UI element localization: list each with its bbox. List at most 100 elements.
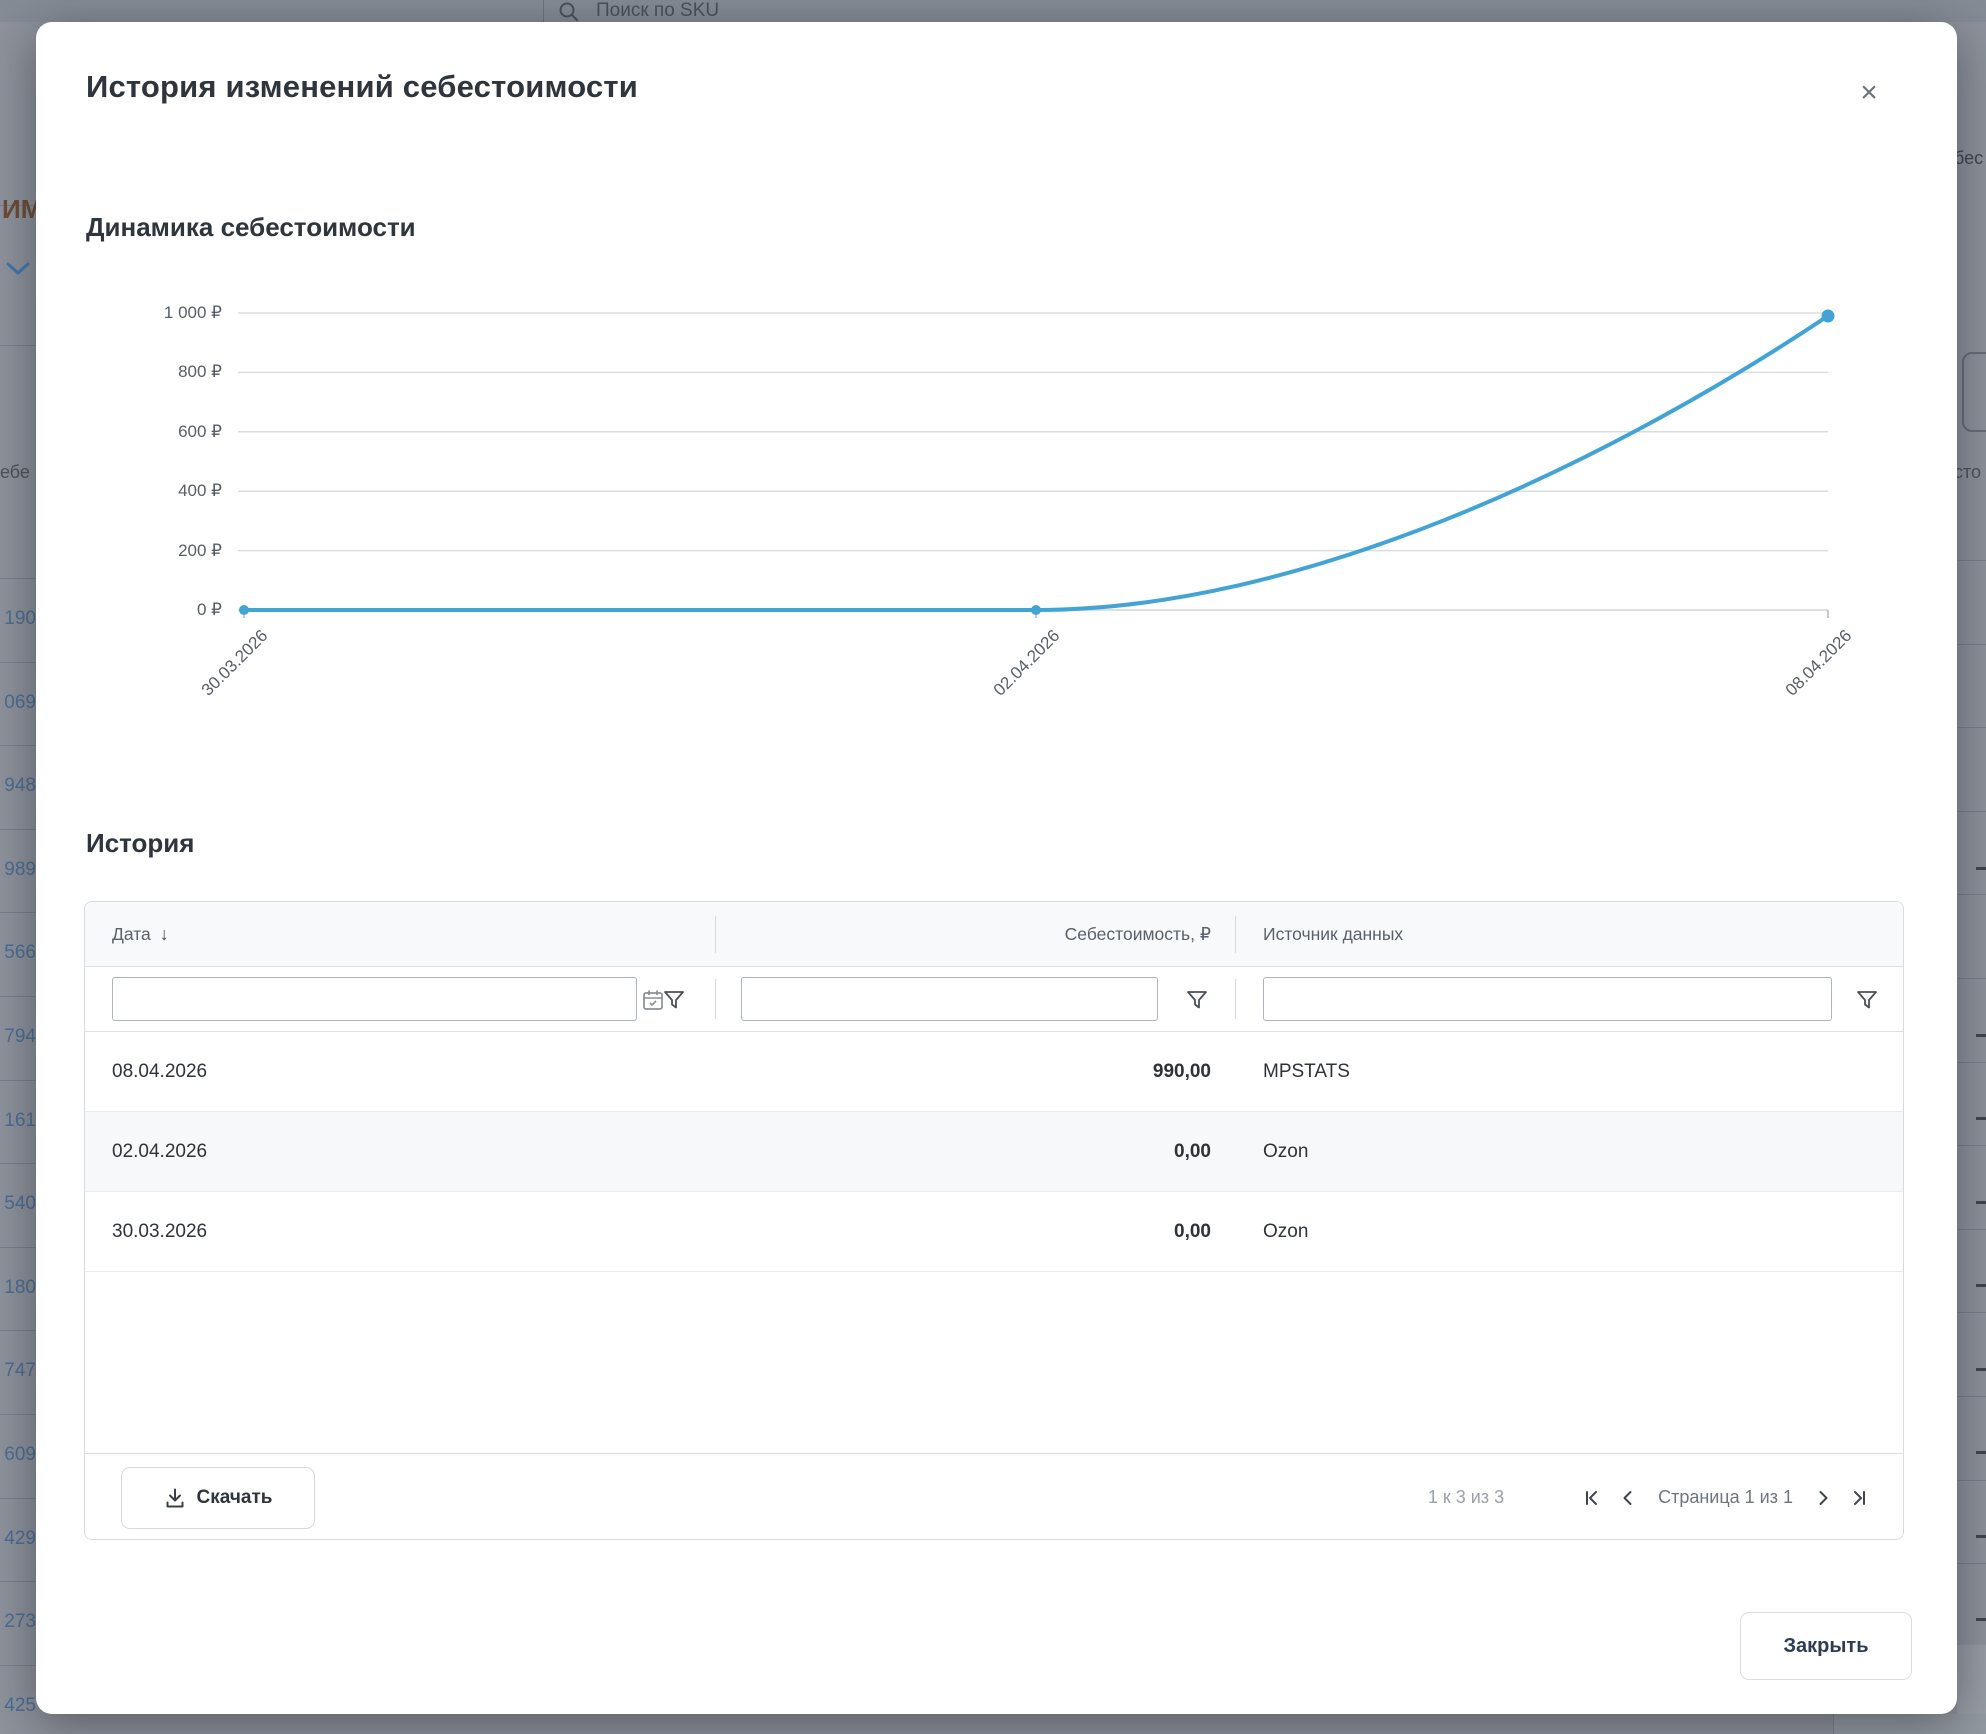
search-bar-border	[543, 0, 544, 22]
bg-number-fragment: 794	[0, 1026, 36, 1048]
next-page-button[interactable]	[1805, 1480, 1841, 1516]
history-table: Дата ↓ Себестоимость, ₽ Источник данных	[84, 901, 1904, 1540]
cell-cost: 0,00	[715, 1141, 1235, 1163]
filter-funnel-icon[interactable]	[663, 989, 685, 1011]
close-modal-button[interactable]: Закрыть	[1740, 1612, 1912, 1680]
bg-number-fragment	[1976, 1451, 1986, 1454]
bg-divider	[1957, 1145, 1986, 1146]
y-axis-tick-label: 200 ₽	[62, 540, 222, 562]
bg-divider	[0, 1581, 36, 1582]
chart-canvas	[36, 290, 1916, 770]
bg-number-fragment: 161	[0, 1110, 36, 1132]
filter-funnel-icon[interactable]	[1856, 989, 1878, 1011]
bg-number-fragment	[1976, 1618, 1986, 1621]
bg-number-fragment: 069	[0, 692, 36, 714]
first-page-button[interactable]	[1574, 1480, 1610, 1516]
bg-divider	[1957, 644, 1986, 645]
cell-cost: 0,00	[715, 1221, 1235, 1243]
bg-number-fragment	[1976, 1535, 1986, 1538]
bg-number-fragment: 425	[0, 1695, 36, 1714]
y-axis-tick-label: 600 ₽	[62, 421, 222, 443]
column-header-date[interactable]: Дата ↓	[85, 924, 715, 945]
table-row: 08.04.2026990,00MPSTATS	[85, 1032, 1903, 1112]
calendar-icon[interactable]	[641, 988, 665, 1012]
bg-number-fragment: 273	[0, 1611, 36, 1633]
column-header-cost[interactable]: Себестоимость, ₽	[715, 924, 1235, 945]
source-filter-input[interactable]	[1263, 977, 1832, 1021]
y-axis-tick-label: 0 ₽	[62, 599, 222, 621]
table-header-row: Дата ↓ Себестоимость, ₽ Источник данных	[85, 902, 1903, 967]
column-header-source[interactable]: Источник данных	[1235, 924, 1904, 945]
bg-divider	[0, 1414, 36, 1415]
column-divider	[1235, 916, 1236, 953]
search-input: Поиск по SKU	[596, 0, 719, 22]
background-left-fragments: ИМ ебе 190069948989566794161540180747609…	[0, 22, 36, 1714]
download-button[interactable]: Скачать	[121, 1467, 315, 1529]
bg-number-fragment	[1976, 1034, 1986, 1037]
modal-title: История изменений себестоимости	[86, 68, 638, 106]
cell-date: 30.03.2026	[85, 1221, 715, 1243]
background-topbar: Поиск по SKU	[0, 0, 1986, 22]
chart-section-title: Динамика себестоимости	[86, 212, 416, 243]
bg-divider	[1957, 1229, 1986, 1230]
chart-points	[239, 309, 1835, 615]
table-empty-space	[85, 1272, 1903, 1453]
bg-divider	[0, 578, 36, 579]
bg-text-fragment: ебе	[0, 462, 30, 483]
column-divider	[1235, 979, 1236, 1019]
bg-divider	[0, 996, 36, 997]
table-row: 30.03.20260,00Ozon	[85, 1192, 1903, 1272]
bg-divider	[1957, 1312, 1986, 1313]
cell-date: 08.04.2026	[85, 1061, 715, 1083]
bg-divider	[1957, 560, 1986, 561]
bg-scrollbar-fragment	[1957, 1645, 1986, 1714]
bg-divider	[1833, 1714, 1834, 1734]
filter-funnel-icon[interactable]	[1186, 989, 1208, 1011]
bg-number-fragment	[1976, 1284, 1986, 1287]
data-point	[1031, 605, 1041, 615]
y-axis-tick-label: 800 ₽	[62, 361, 222, 383]
bg-divider	[0, 1665, 36, 1666]
y-axis-tick-label: 1 000 ₽	[62, 302, 222, 324]
date-filter-input[interactable]	[112, 977, 637, 1021]
bg-text-fragment: сто	[1954, 462, 1981, 483]
chevron-down-icon	[6, 262, 30, 276]
bg-divider	[1957, 727, 1986, 728]
bg-divider	[0, 1330, 36, 1331]
bg-number-fragment: 948	[0, 775, 36, 797]
prev-page-button[interactable]	[1610, 1480, 1646, 1516]
bg-number-fragment	[1976, 867, 1986, 870]
table-filter-row	[85, 967, 1903, 1032]
cell-source: Ozon	[1235, 1221, 1904, 1243]
last-page-button[interactable]	[1841, 1480, 1877, 1516]
bg-number-fragment	[1976, 1117, 1986, 1120]
bg-divider	[0, 1247, 36, 1248]
bg-divider	[0, 345, 36, 346]
download-icon	[164, 1487, 186, 1509]
bg-divider	[0, 1080, 36, 1081]
table-row: 02.04.20260,00Ozon	[85, 1112, 1903, 1192]
bg-number-fragment: 747	[0, 1360, 36, 1382]
cell-source: Ozon	[1235, 1141, 1904, 1163]
pagination: 1 к 3 из 3 Страница 1 из 1	[1428, 1454, 1877, 1540]
chart-line	[244, 316, 1828, 610]
bg-divider	[0, 829, 36, 830]
y-axis-tick-label: 400 ₽	[62, 480, 222, 502]
data-point	[239, 605, 249, 615]
cost-filter-input[interactable]	[741, 977, 1158, 1021]
bg-text-fragment: ИМ	[2, 194, 36, 225]
history-section-title: История	[86, 828, 194, 859]
bg-divider	[0, 1498, 36, 1499]
bg-divider	[1957, 811, 1986, 812]
close-icon[interactable]: ×	[1849, 73, 1889, 113]
table-footer: Скачать 1 к 3 из 3 Страница 1 из 1	[85, 1453, 1903, 1540]
bg-divider	[1957, 1480, 1986, 1481]
cell-cost: 990,00	[715, 1061, 1235, 1083]
rows-range-label: 1 к 3 из 3	[1428, 1487, 1504, 1508]
bg-number-fragment: 989	[0, 859, 36, 881]
bg-number-fragment	[1976, 1368, 1986, 1371]
bg-number-fragment: 190	[0, 608, 36, 630]
bg-divider	[1957, 1563, 1986, 1564]
bg-number-fragment: 609	[0, 1444, 36, 1466]
sort-desc-icon[interactable]: ↓	[160, 924, 169, 945]
